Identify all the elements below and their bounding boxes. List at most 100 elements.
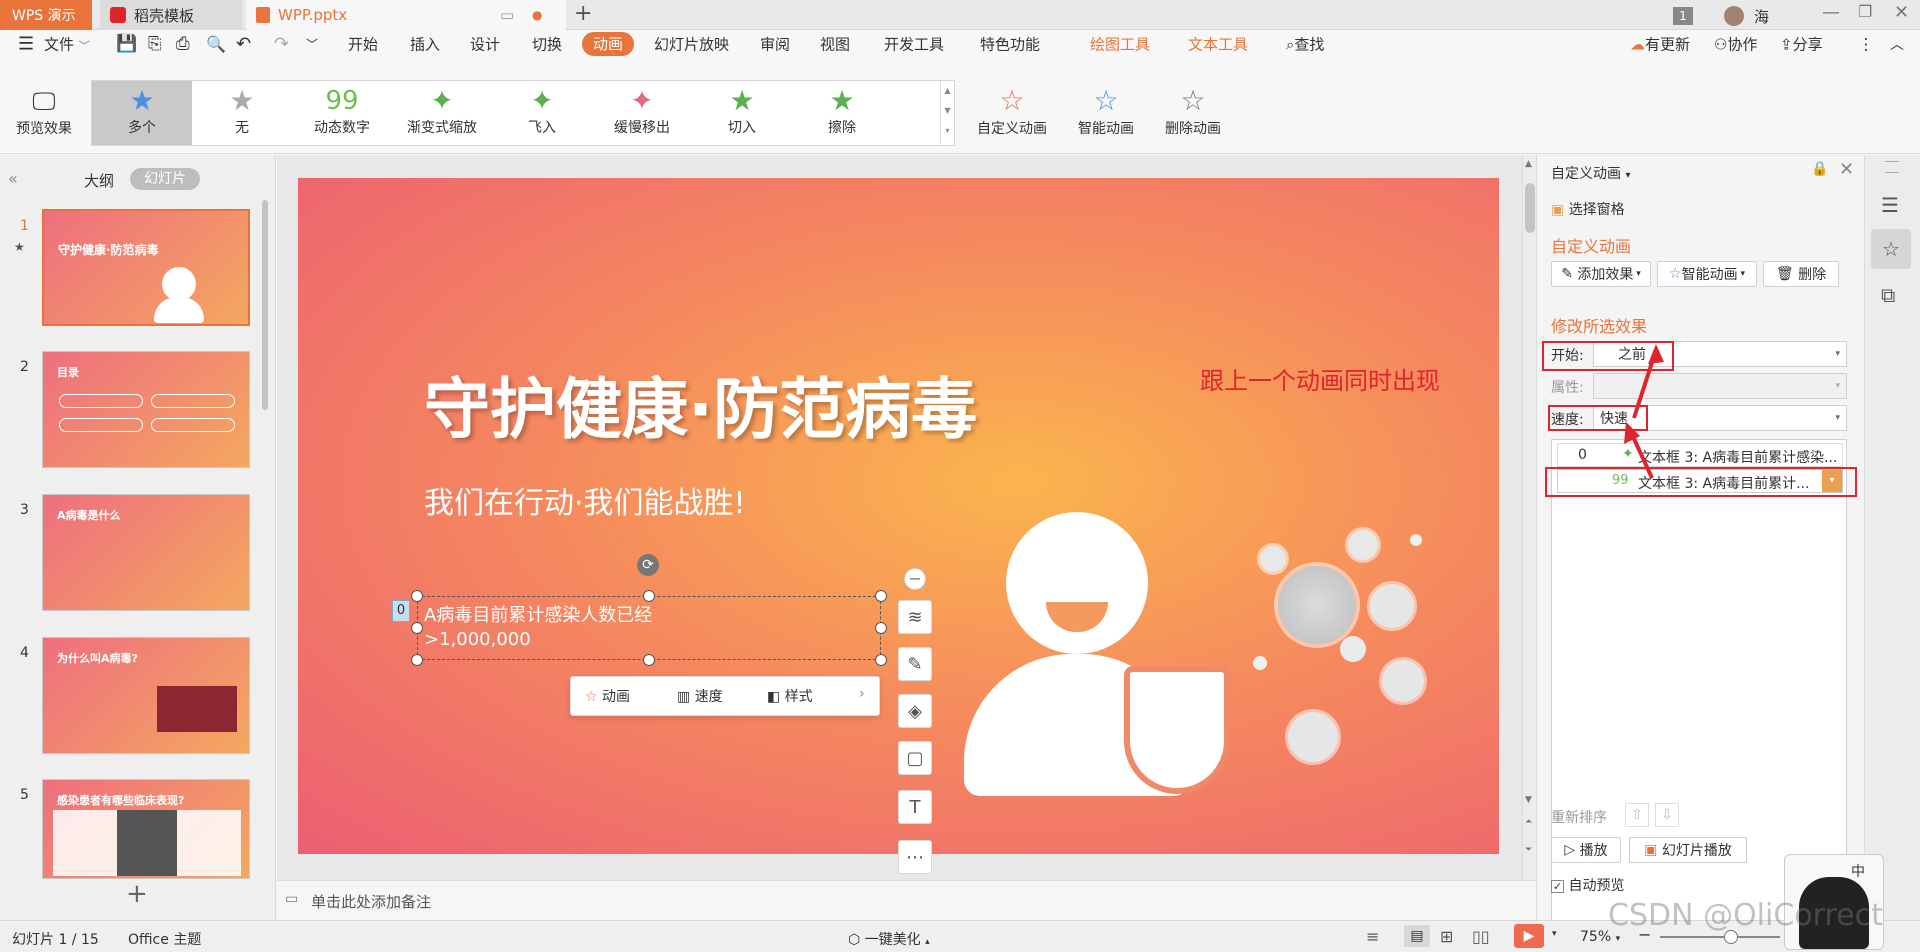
prev-slide-icon[interactable]: ⏶ xyxy=(1525,817,1532,827)
move-down-icon[interactable]: ⇩ xyxy=(1655,803,1679,827)
lock-icon[interactable]: 🔒 xyxy=(1811,161,1828,177)
gallery-item-none[interactable]: ★ 无 xyxy=(192,81,292,145)
hamburger-icon[interactable]: ☰ xyxy=(18,34,34,55)
undo-icon[interactable]: ↶ xyxy=(236,34,251,55)
resize-handle[interactable] xyxy=(411,622,423,634)
layers-icon[interactable]: ≋ xyxy=(898,600,932,634)
float-style-button[interactable]: ◧ 样式 xyxy=(767,686,813,706)
tab-document[interactable]: WPP.pptx ▭ ● xyxy=(246,0,566,30)
float-anim-button[interactable]: ☆ 动画 xyxy=(585,686,630,706)
border-icon[interactable]: ▢ xyxy=(898,741,932,775)
new-tab-button[interactable]: + xyxy=(574,0,592,28)
close-button[interactable]: ✕ xyxy=(1894,2,1909,23)
sorter-view-icon[interactable]: ⊞ xyxy=(1440,927,1453,946)
notes-area[interactable]: ▭ 单击此处添加备注 xyxy=(277,880,1536,920)
slide-thumb-1[interactable]: 守护健康·防范病毒 xyxy=(42,209,250,326)
beautify-button[interactable]: ⬡ 一键美化 ▴ xyxy=(848,929,930,949)
pane-close-icon[interactable]: ✕ xyxy=(1839,159,1854,180)
text-wrap-icon[interactable]: T xyxy=(898,790,932,824)
gallery-item-multiple[interactable]: ★ 多个 xyxy=(92,81,192,145)
resize-handle[interactable] xyxy=(875,590,887,602)
zoom-slider[interactable] xyxy=(1660,930,1780,944)
autopreview-checkbox[interactable]: ✓ 自动预览 xyxy=(1551,875,1624,895)
slide-thumb-5[interactable]: 感染患者有哪些临床表现? xyxy=(42,779,250,879)
panel-scrollbar[interactable] xyxy=(262,200,268,410)
collapse-ribbon-icon[interactable]: ︿ xyxy=(1890,34,1904,54)
float-next-icon[interactable]: › xyxy=(859,686,865,702)
search-menu[interactable]: ⌕查找 xyxy=(1286,34,1324,55)
menu-item-start[interactable]: 开始 xyxy=(348,34,378,55)
pen-icon[interactable]: ✎ xyxy=(898,647,932,681)
resize-handle[interactable] xyxy=(875,622,887,634)
print-icon[interactable]: ⎙ xyxy=(176,34,190,54)
slideshow-button[interactable]: ▣ 幻灯片播放 xyxy=(1629,837,1747,863)
gallery-item-slow-out[interactable]: ✦ 缓慢移出 xyxy=(592,81,692,145)
smart-animation-button[interactable]: ☆ 智能动画 xyxy=(1066,84,1146,138)
delete-animation-button[interactable]: ☆ 删除动画 xyxy=(1158,84,1228,138)
smart-anim-button[interactable]: ☆ 智能动画 ▾ xyxy=(1657,261,1757,287)
scroll-up-icon[interactable]: ▲ xyxy=(1525,159,1532,169)
select-pane-button[interactable]: ▣ 选择窗格 xyxy=(1551,199,1625,219)
menu-item-developer[interactable]: 开发工具 xyxy=(884,34,944,55)
collab-button[interactable]: ⚇协作 xyxy=(1714,34,1757,55)
play-slideshow-button[interactable]: ▶ xyxy=(1514,924,1544,948)
gallery-item-dynamic-number[interactable]: 99 动态数字 xyxy=(292,81,392,145)
gallery-item-zoom[interactable]: ✦ 渐变式缩放 xyxy=(392,81,492,145)
rotate-handle-icon[interactable]: ⟳ xyxy=(637,554,659,576)
fill-icon[interactable]: ◈ xyxy=(898,694,932,728)
float-collapse-icon[interactable]: − xyxy=(904,568,926,590)
more-tools-icon[interactable]: ⋯ xyxy=(898,840,932,874)
more-quick-icon[interactable]: ﹀ xyxy=(306,36,318,53)
transition-icon[interactable]: ⧉ xyxy=(1881,283,1895,307)
menu-item-insert[interactable]: 插入 xyxy=(410,34,440,55)
menu-item-transition[interactable]: 切换 xyxy=(532,34,562,55)
menu-item-drawing-tools[interactable]: 绘图工具 xyxy=(1090,34,1150,55)
theme-name[interactable]: Office 主题 xyxy=(128,929,201,949)
settings-sliders-icon[interactable]: ☰ xyxy=(1881,193,1899,217)
add-slide-button[interactable]: + xyxy=(126,881,148,907)
scroll-mini-icon[interactable] xyxy=(1885,161,1899,173)
export-icon[interactable]: ⎘ xyxy=(148,34,162,54)
scroll-down-icon[interactable]: ▼ xyxy=(1525,795,1532,805)
menu-file[interactable]: 文件 ﹀ xyxy=(44,34,90,55)
animation-pane-icon[interactable]: ☆ xyxy=(1871,229,1911,269)
resize-handle[interactable] xyxy=(411,590,423,602)
menu-item-review[interactable]: 审阅 xyxy=(760,34,790,55)
redo-icon[interactable]: ↷ xyxy=(274,34,289,55)
monitor-icon[interactable]: ▭ xyxy=(500,6,514,24)
menu-item-slideshow[interactable]: 幻灯片放映 xyxy=(654,34,729,55)
slide-thumb-4[interactable]: 为什么叫A病毒? xyxy=(42,637,250,754)
reading-view-icon[interactable]: ▯▯ xyxy=(1472,927,1490,946)
resize-handle[interactable] xyxy=(643,590,655,602)
menu-item-text-tools[interactable]: 文本工具 xyxy=(1188,34,1248,55)
custom-animation-button[interactable]: ☆ 自定义动画 xyxy=(970,84,1054,138)
slide-thumb-2[interactable]: 目录 xyxy=(42,351,250,468)
tab-outline[interactable]: 大纲 xyxy=(84,170,114,191)
tab-template[interactable]: 稻壳模板 xyxy=(100,0,242,30)
gallery-item-fly-in[interactable]: ✦ 飞入 xyxy=(492,81,592,145)
resize-handle[interactable] xyxy=(643,654,655,666)
tab-wps[interactable]: WPS 演示 xyxy=(0,0,92,30)
notes-toggle-icon[interactable]: ≡ xyxy=(1366,927,1379,946)
gallery-item-wipe[interactable]: ★ 擦除 xyxy=(792,81,892,145)
menu-item-design[interactable]: 设计 xyxy=(470,34,500,55)
next-slide-icon[interactable]: ⏷ xyxy=(1525,845,1532,855)
update-button[interactable]: ☁有更新 xyxy=(1630,34,1690,55)
more-menu-icon[interactable]: ⋮ xyxy=(1858,35,1874,54)
resize-handle[interactable] xyxy=(411,654,423,666)
menu-item-animation[interactable]: 动画 xyxy=(582,32,634,56)
save-icon[interactable]: 💾 xyxy=(116,34,137,54)
normal-view-icon[interactable]: ▤ xyxy=(1404,925,1430,947)
scroll-thumb[interactable] xyxy=(1525,183,1535,233)
minimize-button[interactable]: — xyxy=(1822,2,1840,23)
share-button[interactable]: ⇪分享 xyxy=(1780,34,1823,55)
float-speed-button[interactable]: ▥ 速度 xyxy=(677,686,723,706)
add-effect-button[interactable]: ✎ 添加效果 ▾ xyxy=(1551,261,1651,287)
delete-button[interactable]: 🗑 删除 xyxy=(1763,261,1839,287)
menu-item-view[interactable]: 视图 xyxy=(820,34,850,55)
move-up-icon[interactable]: ⇧ xyxy=(1625,803,1649,827)
print-preview-icon[interactable]: 🔍 xyxy=(206,35,226,54)
pane-header[interactable]: 自定义动画 ▾ xyxy=(1551,163,1630,183)
tab-slides[interactable]: 幻灯片 xyxy=(130,168,200,190)
resize-handle[interactable] xyxy=(875,654,887,666)
